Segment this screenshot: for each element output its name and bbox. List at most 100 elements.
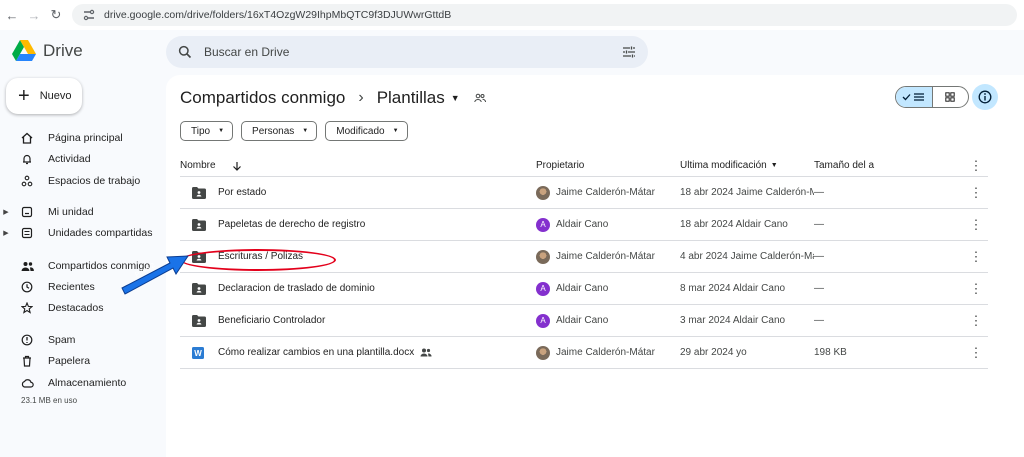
new-button[interactable]: + Nuevo [6, 78, 82, 114]
column-options-icon[interactable]: ⋮ [964, 159, 988, 172]
sidebar-item-my-drive[interactable]: ▶ Mi unidad [0, 202, 93, 222]
drive-logo-icon [12, 40, 36, 61]
file-size: — [814, 219, 824, 230]
more-actions-icon[interactable]: ⋮ [964, 346, 988, 359]
breadcrumb-parent[interactable]: Compartidos conmigo [180, 88, 345, 108]
filter-type[interactable]: Tipo ▼ [180, 121, 234, 141]
table-row[interactable]: W Cómo realizar cambios en una plantilla.… [180, 337, 988, 369]
star-icon [18, 301, 36, 315]
table-row[interactable]: Por estado Jaime Calderón-Mátar 18 abr 2… [180, 177, 988, 209]
plus-icon: + [18, 85, 30, 107]
modified-date: 3 mar 2024 Aldair Cano [680, 315, 786, 326]
home-icon [18, 131, 36, 145]
table-row[interactable]: Papeletas de derecho de registro A Aldair… [180, 209, 988, 241]
my-drive-icon [18, 205, 36, 219]
details-button[interactable] [972, 84, 998, 110]
back-arrow-icon[interactable]: ← [0, 3, 24, 27]
drive-logo[interactable]: Drive [12, 40, 83, 61]
file-size: — [814, 315, 824, 326]
list-view-button[interactable] [896, 87, 933, 107]
owner-name: Aldair Cano [556, 283, 609, 294]
breadcrumb: Compartidos conmigo › Plantillas ▼ [180, 88, 486, 108]
site-settings-icon[interactable] [82, 8, 96, 22]
more-actions-icon[interactable]: ⋮ [964, 314, 988, 327]
filter-modified[interactable]: Modificado ▼ [325, 121, 408, 141]
expand-caret-icon[interactable]: ▶ [0, 229, 12, 237]
filter-people[interactable]: Personas ▼ [241, 121, 318, 141]
chevron-right-icon: › [358, 89, 364, 106]
info-icon [978, 90, 992, 104]
sidebar-item-home[interactable]: Página principal [0, 128, 123, 148]
avatar: A [536, 313, 550, 328]
table-row[interactable]: Declaracion de traslado de dominio A Alda… [180, 273, 988, 305]
search-icon[interactable] [178, 45, 192, 59]
caret-down-icon: ▼ [302, 128, 309, 134]
sidebar-item-spam[interactable]: Spam [0, 330, 75, 350]
file-size: — [814, 187, 824, 198]
bell-icon [18, 152, 36, 166]
sidebar-item-starred[interactable]: Destacados [0, 298, 103, 318]
shared-people-icon [420, 348, 432, 357]
modified-date: 29 abr 2024 yo [680, 347, 747, 358]
svg-text:W: W [194, 349, 202, 358]
table-row[interactable]: Beneficiario Controlador A Aldair Cano 3 … [180, 305, 988, 337]
breadcrumb-current[interactable]: Plantillas [377, 88, 445, 108]
sidebar-item-shared-drives[interactable]: ▶ Unidades compartidas [0, 223, 152, 243]
shared-folder-icon [192, 218, 206, 231]
workspaces-icon [18, 174, 36, 188]
main-panel: Compartidos conmigo › Plantillas ▼ Tipo ▼… [166, 75, 1024, 457]
sort-down-arrow-icon[interactable] [232, 161, 242, 171]
grid-icon [945, 92, 955, 102]
app-name: Drive [43, 40, 83, 60]
avatar: A [536, 217, 550, 232]
sidebar-item-activity[interactable]: Actividad [0, 149, 91, 169]
modified-date: 4 abr 2024 Jaime Calderón-Mátar [680, 251, 814, 262]
cloud-icon [18, 376, 36, 390]
sidebar-item-storage[interactable]: Almacenamiento [0, 373, 126, 393]
caret-down-icon[interactable]: ▼ [451, 93, 460, 103]
header-modified[interactable]: Última modificación ▼ [680, 160, 814, 171]
more-actions-icon[interactable]: ⋮ [964, 186, 988, 199]
address-bar[interactable]: drive.google.com/drive/folders/16xT4OzgW… [72, 4, 1017, 26]
expand-caret-icon[interactable]: ▶ [0, 208, 12, 216]
sidebar-item-trash[interactable]: Papelera [0, 351, 90, 371]
file-name: Declaracion de traslado de dominio [218, 283, 375, 294]
more-actions-icon[interactable]: ⋮ [964, 250, 988, 263]
file-name: Cómo realizar cambios en una plantilla.d… [218, 347, 415, 358]
modified-date: 8 mar 2024 Aldair Cano [680, 283, 786, 294]
sidebar-item-shared-with-me[interactable]: Compartidos conmigo [0, 256, 150, 276]
check-list-icon [902, 93, 924, 101]
file-size: — [814, 283, 824, 294]
owner-name: Jaime Calderón-Mátar [556, 187, 655, 198]
file-size: — [814, 251, 824, 262]
shared-folder-icon [192, 282, 206, 295]
file-name: Escrituras / Polizas [218, 251, 304, 262]
header-size[interactable]: Tamaño del a [814, 160, 964, 171]
owner-name: Jaime Calderón-Mátar [556, 347, 655, 358]
avatar [536, 249, 550, 264]
avatar: A [536, 281, 550, 296]
grid-view-button[interactable] [933, 87, 969, 107]
shared-folder-indicator-icon [473, 93, 486, 103]
shared-folder-icon [192, 186, 206, 199]
shared-drives-icon [18, 226, 36, 240]
more-actions-icon[interactable]: ⋮ [964, 282, 988, 295]
url-text: drive.google.com/drive/folders/16xT4OzgW… [104, 9, 452, 21]
avatar [536, 345, 550, 360]
caret-down-icon: ▼ [218, 128, 225, 134]
sidebar-item-workspaces[interactable]: Espacios de trabajo [0, 171, 140, 191]
modified-date: 18 abr 2024 Aldair Cano [680, 219, 788, 230]
header-owner[interactable]: Propietario [536, 160, 680, 171]
search-options-icon[interactable] [622, 45, 636, 59]
table-row[interactable]: Escrituras / Polizas Jaime Calderón-Máta… [180, 241, 988, 273]
search-input[interactable]: Buscar en Drive [204, 45, 289, 59]
header-name[interactable]: Nombre [180, 160, 536, 171]
reload-icon[interactable]: ↻ [44, 3, 68, 27]
caret-down-icon: ▼ [770, 162, 778, 169]
more-actions-icon[interactable]: ⋮ [964, 218, 988, 231]
view-toggle [895, 86, 969, 108]
forward-arrow-icon[interactable]: → [22, 3, 46, 27]
table-header: Nombre Propietario Última modificación ▼ … [180, 155, 988, 177]
sidebar-item-recent[interactable]: Recientes [0, 277, 95, 297]
search-bar[interactable]: Buscar en Drive [166, 36, 648, 68]
